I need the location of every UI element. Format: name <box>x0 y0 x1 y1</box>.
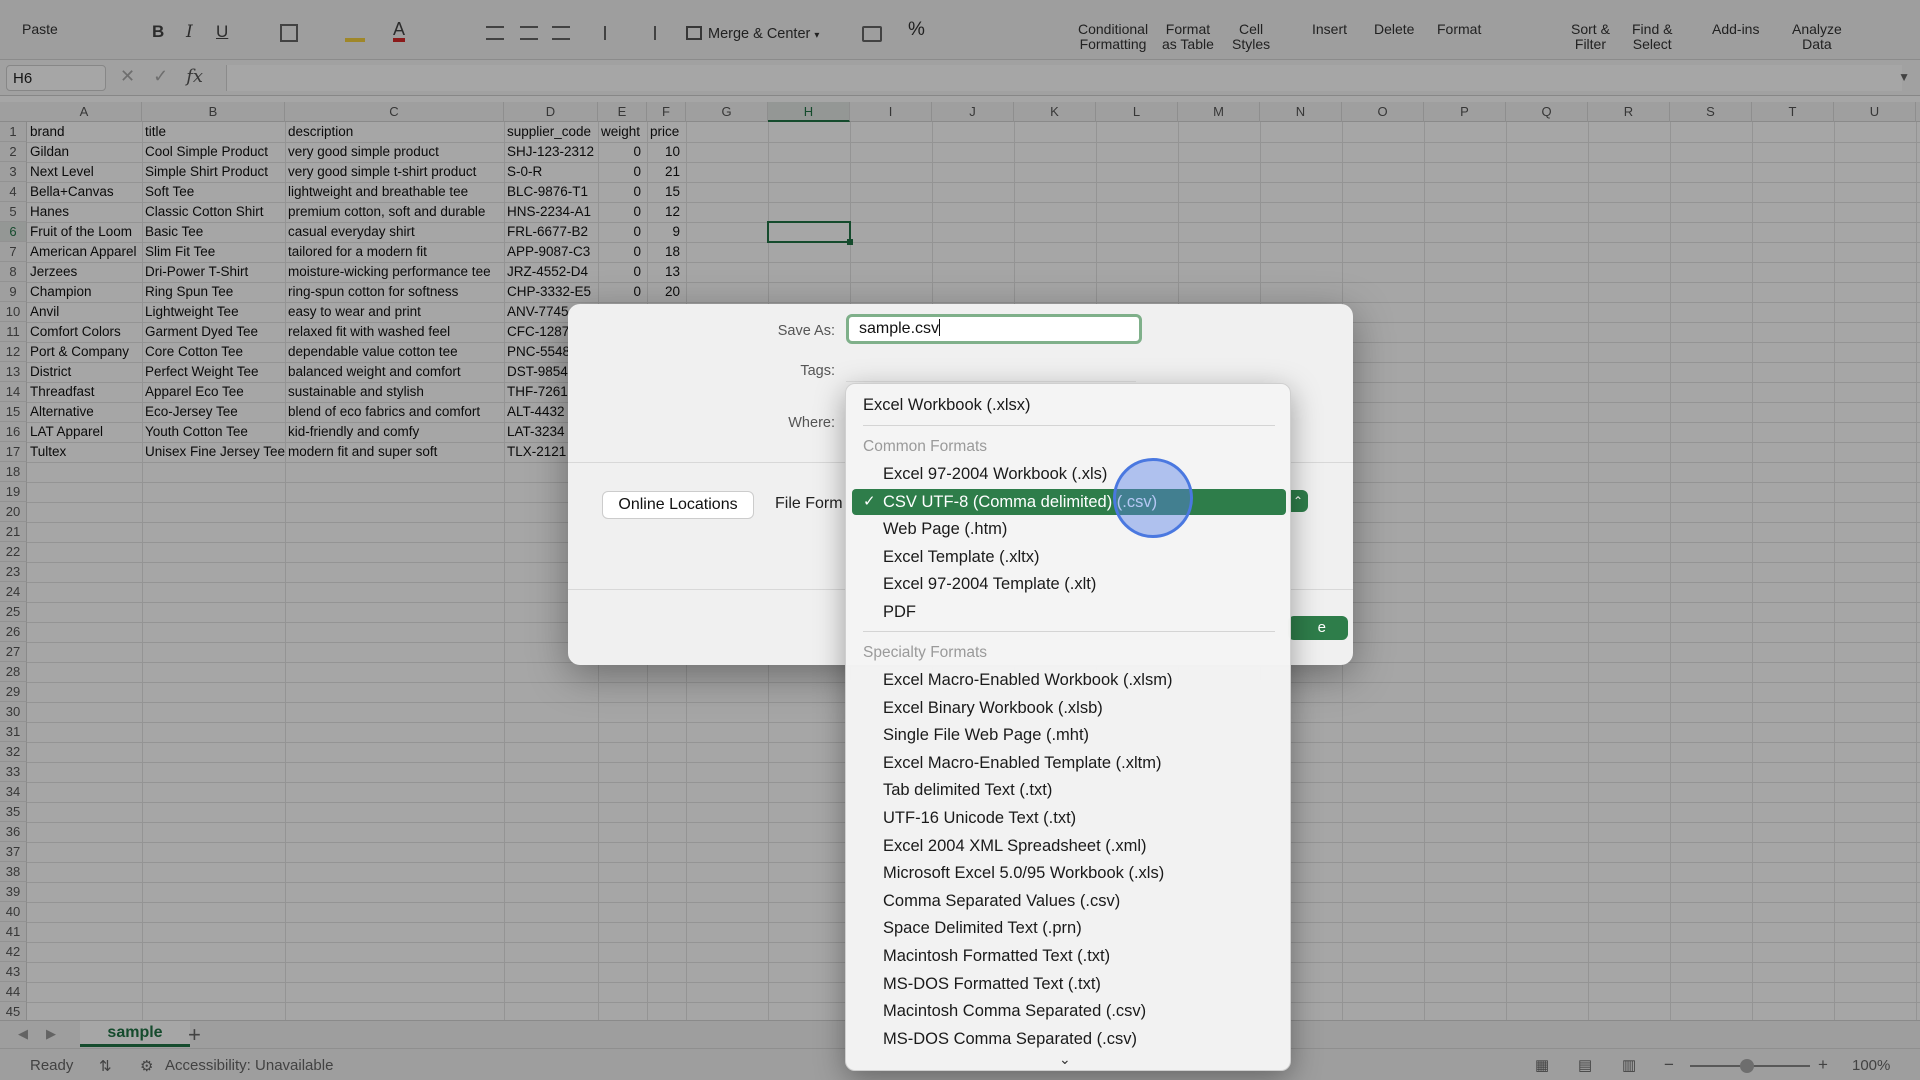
menu-item-label: Tab delimited Text (.txt) <box>883 781 1053 800</box>
section-header-label: Specialty Formats <box>863 644 988 661</box>
menu-item-label: Excel 97-2004 Template (.xlt) <box>883 575 1097 593</box>
menu-separator <box>863 425 1275 426</box>
file-format-popup-edge[interactable]: ⌃ <box>1288 490 1308 512</box>
menu-item-label: Web Page (.htm) <box>883 520 1008 538</box>
specialty-formats-header: Specialty Formats <box>846 640 1292 666</box>
menu-item-label: Excel Workbook (.xlsx) <box>863 396 1031 414</box>
save-as-value: sample.csv <box>859 320 940 337</box>
menu-item-specialty-6[interactable]: Excel 2004 XML Spreadsheet (.xml) <box>846 833 1292 859</box>
menu-item-label: Excel Template (.xltx) <box>883 547 1040 566</box>
menu-item-label: PDF <box>883 602 916 621</box>
menu-item-common-0[interactable]: Excel 97-2004 Workbook (.xls) <box>846 461 1292 487</box>
menu-item-common-2[interactable]: Web Page (.htm) <box>846 516 1292 542</box>
menu-item-common-1[interactable]: ✓ CSV UTF-8 (Comma delimited) (.csv) <box>852 488 1286 515</box>
tags-input[interactable] <box>846 356 1136 382</box>
menu-item-common-3[interactable]: Excel Template (.xltx) <box>846 544 1292 570</box>
checkmark-icon: ✓ <box>863 492 876 510</box>
common-formats-header: Common Formats <box>846 434 1292 460</box>
menu-item-specialty-1[interactable]: Excel Binary Workbook (.xlsb) <box>846 695 1292 721</box>
menu-item-specialty-9[interactable]: Space Delimited Text (.prn) <box>846 915 1292 941</box>
file-format-menu: Excel Workbook (.xlsx) Common Formats Ex… <box>845 383 1291 1071</box>
menu-item-label: Excel Macro-Enabled Template (.xltm) <box>883 753 1162 772</box>
online-locations-button[interactable]: Online Locations <box>602 491 754 519</box>
menu-item-label: MS-DOS Comma Separated (.csv) <box>883 1029 1137 1048</box>
file-format-label: File Form <box>775 495 843 512</box>
menu-item-label: Space Delimited Text (.prn) <box>883 919 1082 938</box>
menu-item-label: Excel 97-2004 Workbook (.xls) <box>883 465 1108 483</box>
menu-item-label: Excel Binary Workbook (.xlsb) <box>883 698 1103 717</box>
menu-item-common-5[interactable]: PDF <box>846 599 1292 625</box>
menu-item-specialty-8[interactable]: Comma Separated Values (.csv) <box>846 888 1292 914</box>
menu-item-specialty-10[interactable]: Macintosh Formatted Text (.txt) <box>846 943 1292 969</box>
menu-separator <box>863 631 1275 632</box>
cursor-highlight <box>1113 458 1193 538</box>
menu-item-xlsx[interactable]: Excel Workbook (.xlsx) <box>846 392 1292 418</box>
menu-item-specialty-13[interactable]: MS-DOS Comma Separated (.csv) <box>846 1026 1292 1052</box>
menu-item-specialty-4[interactable]: Tab delimited Text (.txt) <box>846 777 1292 803</box>
menu-item-specialty-0[interactable]: Excel Macro-Enabled Workbook (.xlsm) <box>846 667 1292 693</box>
menu-item-common-4[interactable]: Excel 97-2004 Template (.xlt) <box>846 571 1292 597</box>
menu-item-specialty-12[interactable]: Macintosh Comma Separated (.csv) <box>846 998 1292 1024</box>
menu-item-specialty-11[interactable]: MS-DOS Formatted Text (.txt) <box>846 971 1292 997</box>
menu-item-label: Excel Macro-Enabled Workbook (.xlsm) <box>883 671 1173 689</box>
tags-label: Tags: <box>800 363 835 379</box>
scroll-down-icon[interactable]: ⌄ <box>1059 1051 1071 1068</box>
menu-item-label: Comma Separated Values (.csv) <box>883 891 1121 910</box>
menu-item-label: Macintosh Comma Separated (.csv) <box>883 1002 1147 1021</box>
save-as-input[interactable]: sample.csv <box>846 314 1142 344</box>
menu-item-specialty-5[interactable]: UTF-16 Unicode Text (.txt) <box>846 805 1292 831</box>
section-header-label: Common Formats <box>863 438 988 455</box>
menu-item-specialty-7[interactable]: Microsoft Excel 5.0/95 Workbook (.xls) <box>846 860 1292 886</box>
menu-item-label: Single File Web Page (.mht) <box>883 726 1090 745</box>
menu-item-specialty-3[interactable]: Excel Macro-Enabled Template (.xltm) <box>846 750 1292 776</box>
menu-item-label: UTF-16 Unicode Text (.txt) <box>883 809 1077 827</box>
menu-item-label: MS-DOS Formatted Text (.txt) <box>883 974 1101 993</box>
where-label: Where: <box>788 415 835 431</box>
menu-item-label: Macintosh Formatted Text (.txt) <box>883 947 1111 965</box>
menu-item-label: Excel 2004 XML Spreadsheet (.xml) <box>883 836 1147 855</box>
menu-item-specialty-2[interactable]: Single File Web Page (.mht) <box>846 722 1292 748</box>
save-button[interactable]: e <box>1288 616 1348 640</box>
save-as-label: Save As: <box>777 323 835 339</box>
menu-item-label: Microsoft Excel 5.0/95 Workbook (.xls) <box>883 864 1165 883</box>
